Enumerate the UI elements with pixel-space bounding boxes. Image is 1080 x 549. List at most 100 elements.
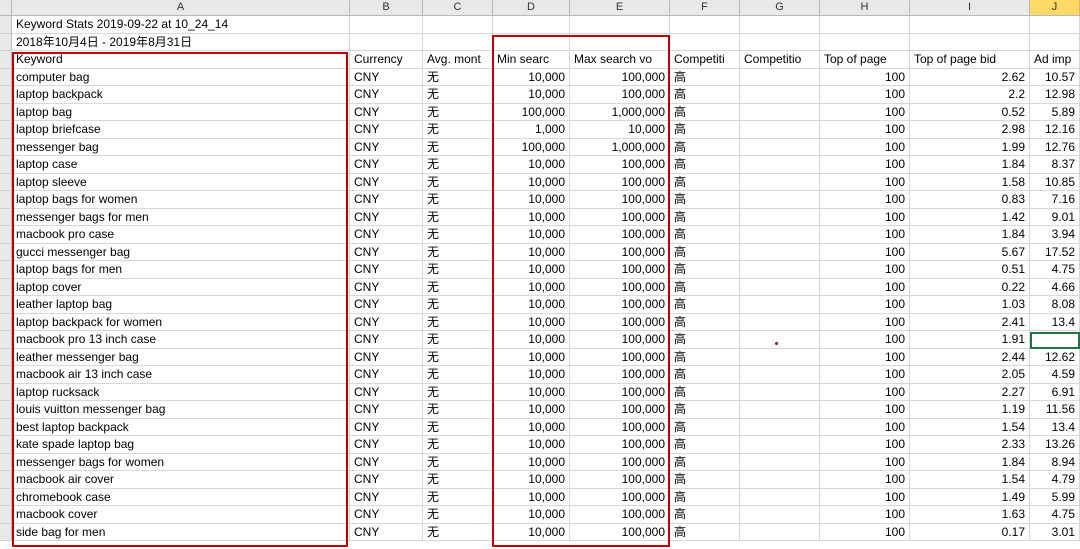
cell-max-search[interactable]: 100,000 [570, 524, 670, 542]
cell-competition-idx[interactable] [740, 244, 820, 262]
row-header[interactable] [0, 366, 12, 384]
cell-max-search[interactable]: 100,000 [570, 349, 670, 367]
cell-top-page-high[interactable]: 4.66 [1030, 279, 1080, 297]
cell-keyword[interactable]: best laptop backpack [12, 419, 350, 437]
cell-keyword[interactable]: macbook pro case [12, 226, 350, 244]
cell-currency[interactable]: CNY [350, 279, 423, 297]
cell-currency[interactable]: CNY [350, 244, 423, 262]
cell-competition[interactable]: 高 [670, 489, 740, 507]
cell-competition-idx[interactable] [740, 86, 820, 104]
cell-top-page[interactable]: 100 [820, 244, 910, 262]
cell-top-page-high[interactable]: 4.29 [1030, 331, 1080, 349]
cell-avg[interactable]: 无 [423, 104, 493, 122]
cell-competition-idx[interactable] [740, 156, 820, 174]
cell-avg[interactable]: 无 [423, 244, 493, 262]
header-max-search[interactable]: Max search vo [570, 51, 670, 69]
col-header-H[interactable]: H [820, 0, 910, 16]
cell-competition[interactable]: 高 [670, 331, 740, 349]
cell-top-page-low[interactable]: 1.63 [910, 506, 1030, 524]
cell-avg[interactable]: 无 [423, 139, 493, 157]
cell-top-page[interactable]: 100 [820, 401, 910, 419]
cell-currency[interactable]: CNY [350, 401, 423, 419]
cell[interactable] [570, 34, 670, 52]
cell-top-page[interactable]: 100 [820, 139, 910, 157]
cell-top-page-low[interactable]: 1.42 [910, 209, 1030, 227]
cell-top-page[interactable]: 100 [820, 226, 910, 244]
corner-cell[interactable] [0, 0, 12, 16]
cell-avg[interactable]: 无 [423, 366, 493, 384]
row-header[interactable] [0, 34, 12, 52]
cell-top-page-high[interactable]: 4.79 [1030, 471, 1080, 489]
row-header[interactable] [0, 314, 12, 332]
cell-min-search[interactable]: 10,000 [493, 86, 570, 104]
cell-max-search[interactable]: 100,000 [570, 436, 670, 454]
cell-min-search[interactable]: 10,000 [493, 454, 570, 472]
cell-keyword[interactable]: laptop bags for women [12, 191, 350, 209]
cell[interactable] [350, 34, 423, 52]
row-header[interactable] [0, 261, 12, 279]
cell-avg[interactable]: 无 [423, 314, 493, 332]
cell-avg[interactable]: 无 [423, 471, 493, 489]
cell-competition[interactable]: 高 [670, 191, 740, 209]
cell-competition-idx[interactable] [740, 121, 820, 139]
cell-max-search[interactable]: 100,000 [570, 69, 670, 87]
cell-keyword[interactable]: macbook air cover [12, 471, 350, 489]
cell-keyword[interactable]: laptop backpack for women [12, 314, 350, 332]
cell-keyword[interactable]: louis vuitton messenger bag [12, 401, 350, 419]
cell-competition-idx[interactable] [740, 384, 820, 402]
cell-top-page[interactable]: 100 [820, 419, 910, 437]
cell-competition-idx[interactable] [740, 296, 820, 314]
cell-avg[interactable]: 无 [423, 419, 493, 437]
cell-min-search[interactable]: 10,000 [493, 226, 570, 244]
cell[interactable] [493, 16, 570, 34]
cell-top-page-low[interactable]: 2.62 [910, 69, 1030, 87]
cell-top-page[interactable]: 100 [820, 489, 910, 507]
cell-competition-idx[interactable] [740, 489, 820, 507]
cell-competition[interactable]: 高 [670, 506, 740, 524]
cell-top-page-high[interactable]: 8.37 [1030, 156, 1080, 174]
header-keyword[interactable]: Keyword [12, 51, 350, 69]
header-min-search[interactable]: Min searc [493, 51, 570, 69]
cell-top-page[interactable]: 100 [820, 314, 910, 332]
cell-avg[interactable]: 无 [423, 296, 493, 314]
cell-keyword[interactable]: laptop rucksack [12, 384, 350, 402]
cell-min-search[interactable]: 10,000 [493, 506, 570, 524]
cell-min-search[interactable]: 10,000 [493, 69, 570, 87]
cell-avg[interactable]: 无 [423, 279, 493, 297]
cell-currency[interactable]: CNY [350, 506, 423, 524]
row-header[interactable] [0, 454, 12, 472]
cell-competition-idx[interactable] [740, 104, 820, 122]
cell-top-page-low[interactable]: 1.91 [910, 331, 1030, 349]
row-header[interactable] [0, 226, 12, 244]
cell-keyword[interactable]: leather messenger bag [12, 349, 350, 367]
cell-top-page[interactable]: 100 [820, 261, 910, 279]
cell-top-page[interactable]: 100 [820, 506, 910, 524]
cell-top-page-low[interactable]: 2.33 [910, 436, 1030, 454]
cell-max-search[interactable]: 1,000,000 [570, 139, 670, 157]
col-header-A[interactable]: A [12, 0, 350, 16]
cell-competition-idx[interactable] [740, 454, 820, 472]
cell-keyword[interactable]: macbook pro 13 inch case [12, 331, 350, 349]
cell-max-search[interactable]: 100,000 [570, 471, 670, 489]
cell-competition-idx[interactable] [740, 314, 820, 332]
cell-currency[interactable]: CNY [350, 191, 423, 209]
cell-competition-idx[interactable] [740, 436, 820, 454]
row-header[interactable] [0, 139, 12, 157]
cell[interactable] [740, 34, 820, 52]
cell-max-search[interactable]: 100,000 [570, 191, 670, 209]
cell-competition-idx[interactable] [740, 69, 820, 87]
cell-max-search[interactable]: 100,000 [570, 86, 670, 104]
cell-avg[interactable]: 无 [423, 209, 493, 227]
cell-max-search[interactable]: 100,000 [570, 314, 670, 332]
cell-min-search[interactable]: 10,000 [493, 489, 570, 507]
row-header[interactable] [0, 506, 12, 524]
cell-min-search[interactable]: 10,000 [493, 279, 570, 297]
row-header[interactable] [0, 104, 12, 122]
cell-top-page-high[interactable]: 3.94 [1030, 226, 1080, 244]
cell-competition[interactable]: 高 [670, 419, 740, 437]
cell-top-page-low[interactable]: 1.54 [910, 471, 1030, 489]
cell-min-search[interactable]: 10,000 [493, 296, 570, 314]
cell-keyword[interactable]: chromebook case [12, 489, 350, 507]
cell-keyword[interactable]: kate spade laptop bag [12, 436, 350, 454]
cell-currency[interactable]: CNY [350, 69, 423, 87]
